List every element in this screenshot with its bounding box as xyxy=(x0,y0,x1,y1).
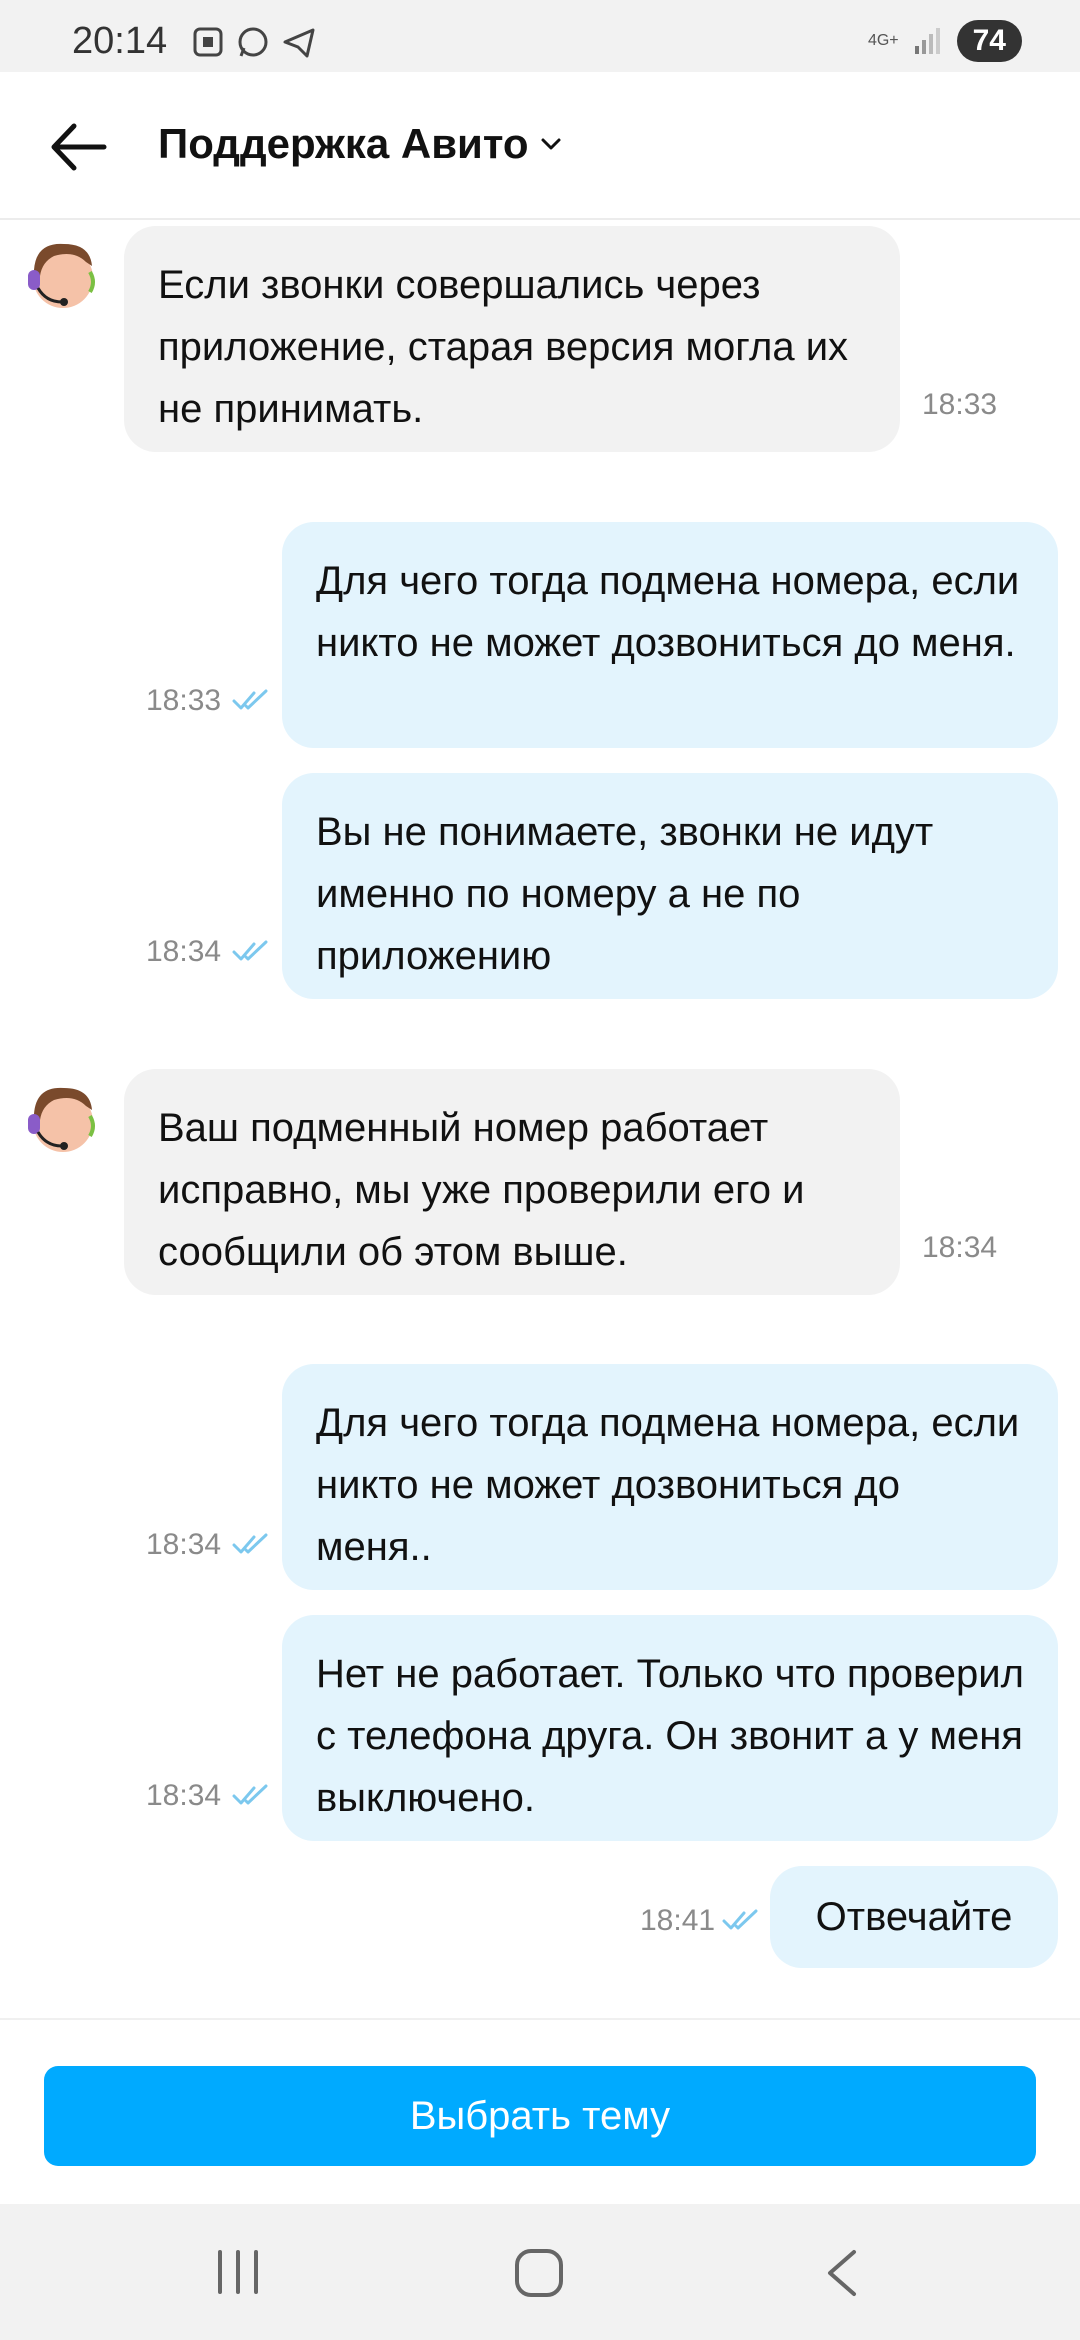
system-navigation-bar xyxy=(0,2204,1080,2340)
chat-title[interactable]: Поддержка Авито xyxy=(158,120,563,168)
whatsapp-icon xyxy=(238,27,268,57)
message-time: 18:33 xyxy=(146,684,222,717)
message-time: 18:41 xyxy=(640,1904,716,1937)
choose-topic-button[interactable]: Выбрать тему xyxy=(44,2066,1036,2166)
chat-header: Поддержка Авито xyxy=(0,72,1080,220)
back-arrow-icon[interactable] xyxy=(48,122,108,172)
read-checkmarks-icon xyxy=(232,940,268,961)
read-checkmarks-icon xyxy=(232,1533,268,1554)
notification-icons xyxy=(192,26,316,60)
message-time: 18:34 xyxy=(146,935,222,968)
back-icon[interactable] xyxy=(822,2248,862,2298)
bottom-action-bar: Выбрать тему xyxy=(0,2018,1080,2206)
status-bar: 20:14 4G+ 74 xyxy=(0,0,1080,72)
message-bubble[interactable]: Если звонки совершались через приложение… xyxy=(124,226,900,452)
read-checkmarks-icon xyxy=(722,1909,758,1930)
chat-title-text: Поддержка Авито xyxy=(158,120,529,167)
message-time: 18:34 xyxy=(146,1779,222,1812)
message-bubble[interactable]: Для чего тогда подмена номера, если никт… xyxy=(282,1364,1058,1590)
message-bubble[interactable]: Нет не работает. Только что проверил с т… xyxy=(282,1615,1058,1841)
support-agent-avatar-icon xyxy=(28,1087,95,1152)
message-time: 18:33 xyxy=(922,388,998,421)
message-time: 18:34 xyxy=(146,1528,222,1561)
read-checkmarks-icon xyxy=(232,1784,268,1805)
message-bubble[interactable]: Отвечайте xyxy=(770,1866,1058,1968)
message-bubble[interactable]: Вы не понимаете, звонки не идут именно п… xyxy=(282,773,1058,999)
telegram-icon xyxy=(283,28,315,58)
message-bubble[interactable]: Для чего тогда подмена номера, если никт… xyxy=(282,522,1058,748)
recent-apps-icon[interactable] xyxy=(214,2248,262,2296)
read-checkmarks-icon xyxy=(232,689,268,710)
status-time: 20:14 xyxy=(72,20,168,62)
network-indicator: 4G+ xyxy=(867,32,899,49)
signal-icon xyxy=(914,28,940,54)
home-icon[interactable] xyxy=(514,2248,564,2298)
message-bubble[interactable]: Ваш подменный номер работает исправно, м… xyxy=(124,1069,900,1295)
battery-level: 74 xyxy=(956,20,1022,62)
support-agent-avatar-icon xyxy=(28,243,95,308)
chevron-down-icon xyxy=(541,138,561,150)
message-time: 18:34 xyxy=(922,1231,998,1264)
screenshot-icon xyxy=(193,27,223,57)
